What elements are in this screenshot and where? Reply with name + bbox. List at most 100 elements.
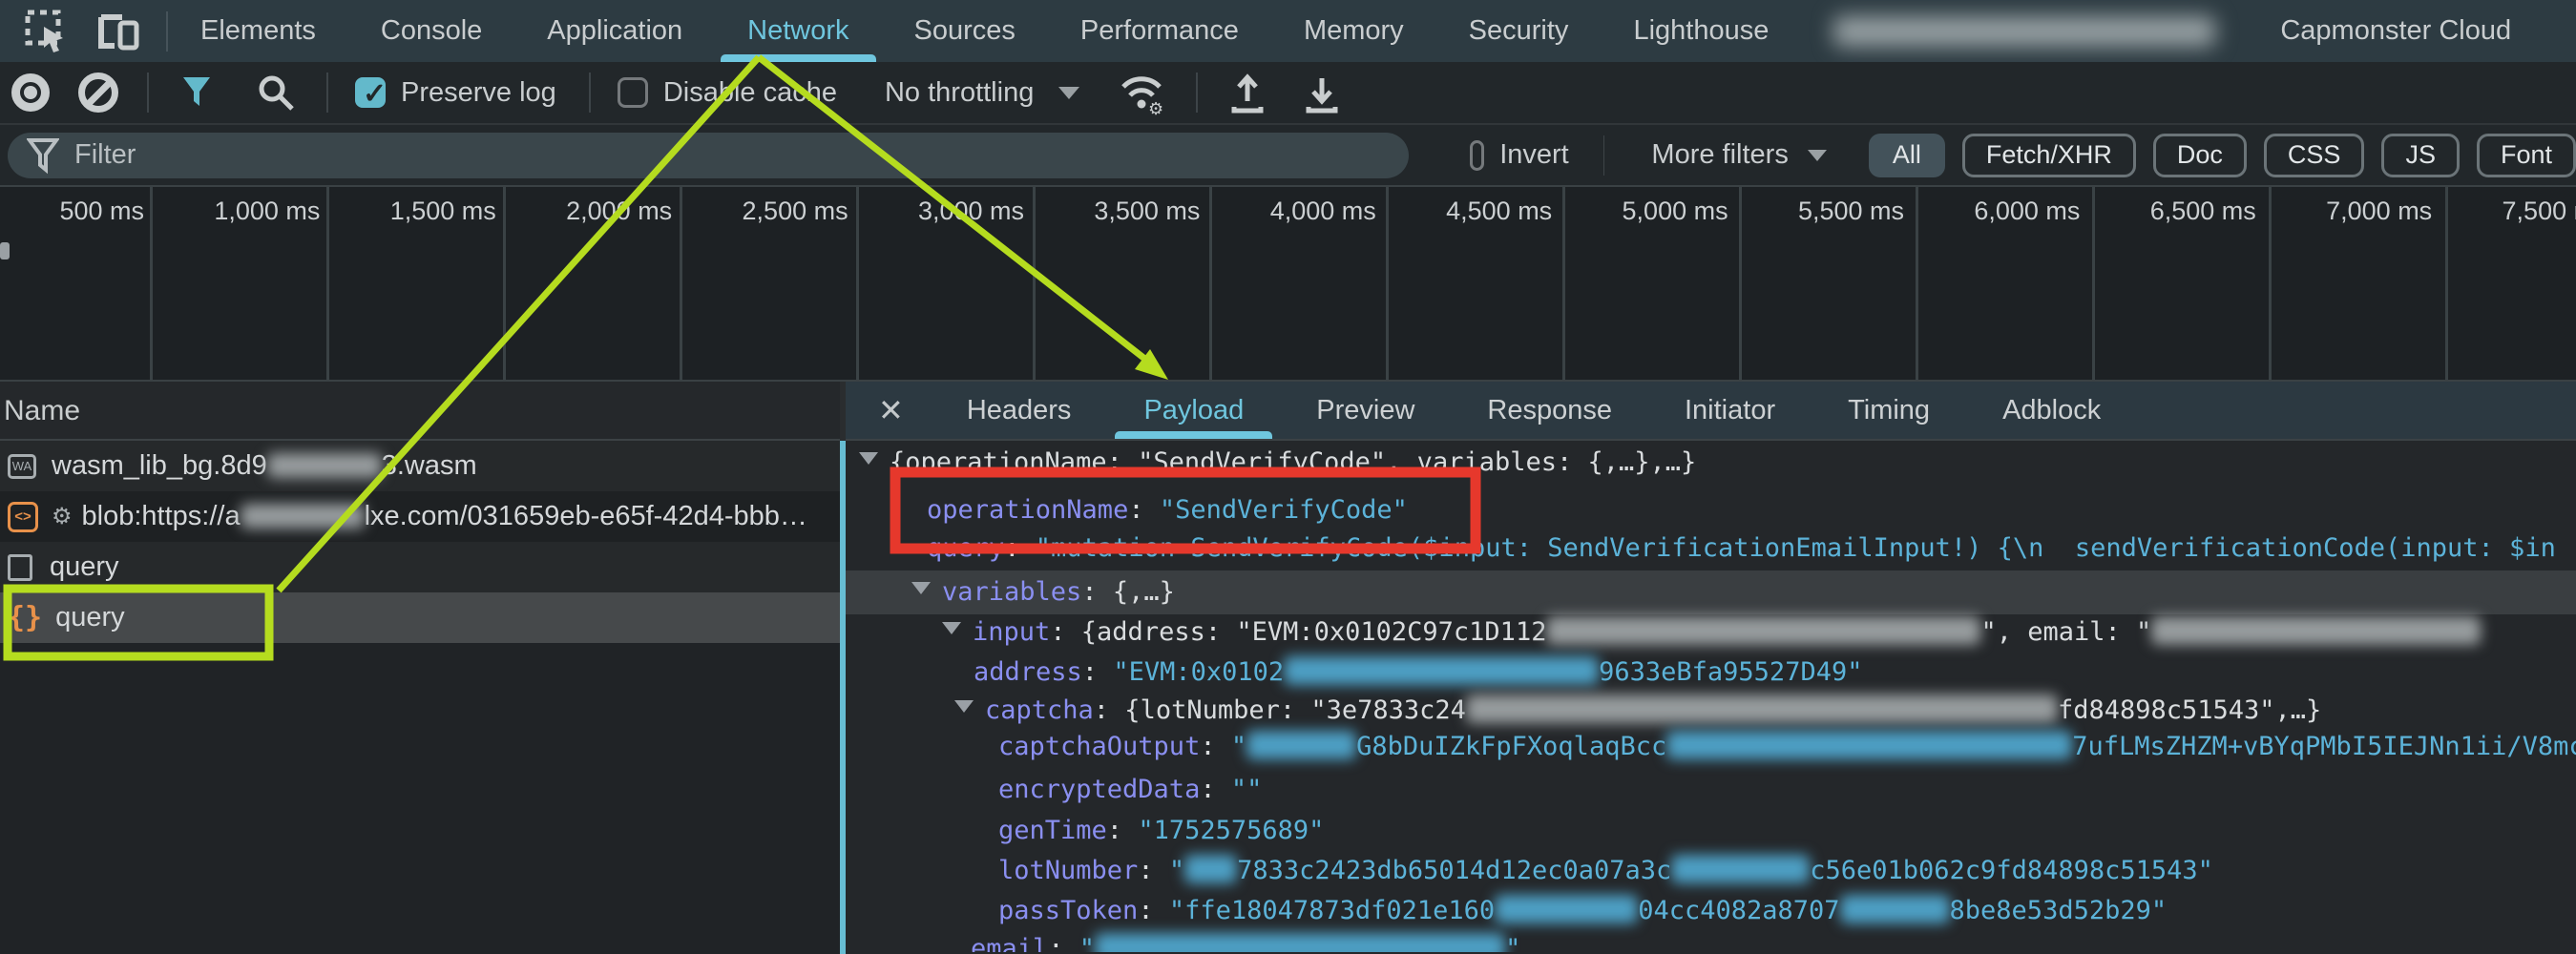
timeline-tick-label: 6,000 ms [1974,197,2080,226]
preserve-log-label: Preserve log [401,77,556,109]
payload-line[interactable]: address: "EVM:0x01029633eBfa95527D49" [974,653,1862,693]
more-filters-dropdown[interactable]: More filters [1636,139,1826,171]
tab-application[interactable]: Application [530,0,700,62]
network-overview[interactable]: 500 ms1,000 ms1,500 ms2,000 ms2,500 ms3,… [0,187,2576,382]
filter-type-doc[interactable]: Doc [2153,134,2247,177]
redacted-text [1184,855,1237,883]
timeline-tick-label: 6,500 ms [2150,197,2256,226]
name-column-header[interactable]: Name [0,382,840,441]
record-icon[interactable] [11,73,50,112]
details-tab-response[interactable]: Response [1474,382,1625,439]
invert-label: Invert [1499,139,1569,171]
tab-lighthouse[interactable]: Lighthouse [1616,0,1786,62]
tab-redacted[interactable] [1816,0,2232,62]
preserve-log-checkbox[interactable] [355,77,386,108]
search-icon[interactable] [256,73,296,113]
request-row[interactable]: query [0,542,840,592]
timeline-tick-label: 5,500 ms [1798,197,1904,226]
tab-memory[interactable]: Memory [1287,0,1421,62]
filter-toggle-icon[interactable] [178,73,216,112]
export-har-icon[interactable] [1301,71,1343,114]
details-tab-headers[interactable]: Headers [953,382,1085,439]
text-segment: query [55,602,125,633]
request-name: blob:https://alxe.com/031659eb-e65f-42d4… [82,501,807,532]
text-segment: : [1138,896,1169,925]
expand-triangle-icon[interactable] [942,622,961,634]
text-segment: 8be8e53d52b29" [1950,896,2168,925]
timeline-tick-label: 3,500 ms [1094,197,1200,226]
tab-capmonster-cloud[interactable]: Capmonster Cloud [2263,0,2528,62]
disable-cache-checkbox[interactable] [618,77,648,108]
details-tab-preview[interactable]: Preview [1303,382,1428,439]
tab-network[interactable]: Network [730,0,866,62]
timeline-tick-label: 2,000 ms [566,197,672,226]
request-row[interactable]: {}query [0,592,840,643]
tab-sources[interactable]: Sources [897,0,1033,62]
text-segment: "EVM:0x0102 [1113,657,1284,687]
redacted-text [2151,616,2481,645]
details-tab-payload[interactable]: Payload [1130,382,1257,439]
tab-elements[interactable]: Elements [183,0,333,62]
text-segment: "mutation SendVerifyCode($input: SendVer… [1036,533,2556,563]
payload-line[interactable]: captchaOutput: "G8bDuIZkFpFXoqlaqBcc7ufL… [998,727,2576,767]
close-icon[interactable]: ✕ [846,392,931,428]
main-tabs: Elements Console Application Network Sources… [168,0,2544,62]
text-segment: query [927,533,1004,563]
text-segment: : [1128,495,1160,525]
payload-line[interactable]: variables: {,…} [911,572,1175,612]
request-details-panel: ✕ Headers Payload Preview Response Initiator… [846,382,2576,954]
tab-console[interactable]: Console [364,0,499,62]
import-har-icon[interactable] [1226,71,1268,114]
payload-line[interactable]: lotNumber: "7833c2423db65014d12ec0a07a3c… [998,851,2213,891]
payload-line[interactable]: query: "mutation SendVerifyCode($input: … [927,529,2556,569]
text-segment: : [1200,775,1231,804]
timeline-tick-label: 3,000 ms [918,197,1024,226]
tab-performance[interactable]: Performance [1063,0,1256,62]
payload-line[interactable]: encryptedData: "" [998,770,1262,810]
network-filter-row: Invert More filters All Fetch/XHR Doc CSS JS… [0,125,2576,187]
expand-triangle-icon[interactable] [954,700,974,713]
text-segment: " [1505,934,1520,952]
request-row[interactable]: WAwasm_lib_bg.8d93.wasm [0,441,840,491]
expand-triangle-icon[interactable] [911,582,931,594]
request-row[interactable]: <>⚙blob:https://alxe.com/031659eb-e65f-4… [0,491,840,542]
network-conditions-icon[interactable]: ⚙ [1116,70,1167,115]
filter-input[interactable] [73,138,1409,172]
details-tab-initiator[interactable]: Initiator [1671,382,1789,439]
timeline-tick-label: 7,000 ms [2326,197,2432,226]
request-name: wasm_lib_bg.8d93.wasm [52,450,477,482]
redacted-tab-label [1833,16,2215,47]
text-segment: : [1082,657,1114,687]
details-tab-timing[interactable]: Timing [1834,382,1943,439]
clear-icon[interactable] [78,73,118,113]
filter-type-all[interactable]: All [1869,134,1945,177]
text-segment: operationName [927,495,1128,525]
text-segment: : [1200,732,1231,761]
invert-checkbox[interactable] [1470,140,1484,171]
inspect-element-icon[interactable] [25,10,69,53]
expand-triangle-icon[interactable] [859,452,878,465]
throttling-select[interactable]: No throttling [869,77,1079,109]
payload-pane[interactable]: {operationName: "SendVerifyCode", variab… [846,441,2576,952]
filter-type-font[interactable]: Font [2477,134,2576,177]
svg-text:⚙: ⚙ [1148,99,1163,115]
payload-line[interactable]: genTime: "1752575689" [998,811,1324,851]
tab-security[interactable]: Security [1452,0,1586,62]
payload-line[interactable]: operationName: "SendVerifyCode" [927,490,1408,530]
text-segment: genTime [998,816,1107,845]
overview-activity-bar [0,242,10,259]
text-segment: input [973,617,1050,647]
payload-line[interactable]: passToken: "ffe18047873df021e16004cc4082… [998,891,2167,931]
device-toolbar-icon[interactable] [95,10,141,53]
payload-line[interactable]: email: "" [971,929,1520,952]
payload-line[interactable]: {operationName: "SendVerifyCode", variab… [859,443,1696,483]
filter-type-fetch-xhr[interactable]: Fetch/XHR [1962,134,2136,177]
details-tab-adblock[interactable]: Adblock [1989,382,2114,439]
text-segment: lotNumber [998,856,1138,885]
filter-type-js[interactable]: JS [2381,134,2460,177]
payload-line[interactable]: captcha: {lotNumber: "3e7833c24fd84898c5… [954,691,2321,731]
redacted-text [1246,731,1356,759]
filter-type-css[interactable]: CSS [2264,134,2365,177]
text-segment: captcha [985,695,1094,725]
payload-line[interactable]: input: {address: "EVM:0x0102C97c1D112", … [942,612,2481,653]
